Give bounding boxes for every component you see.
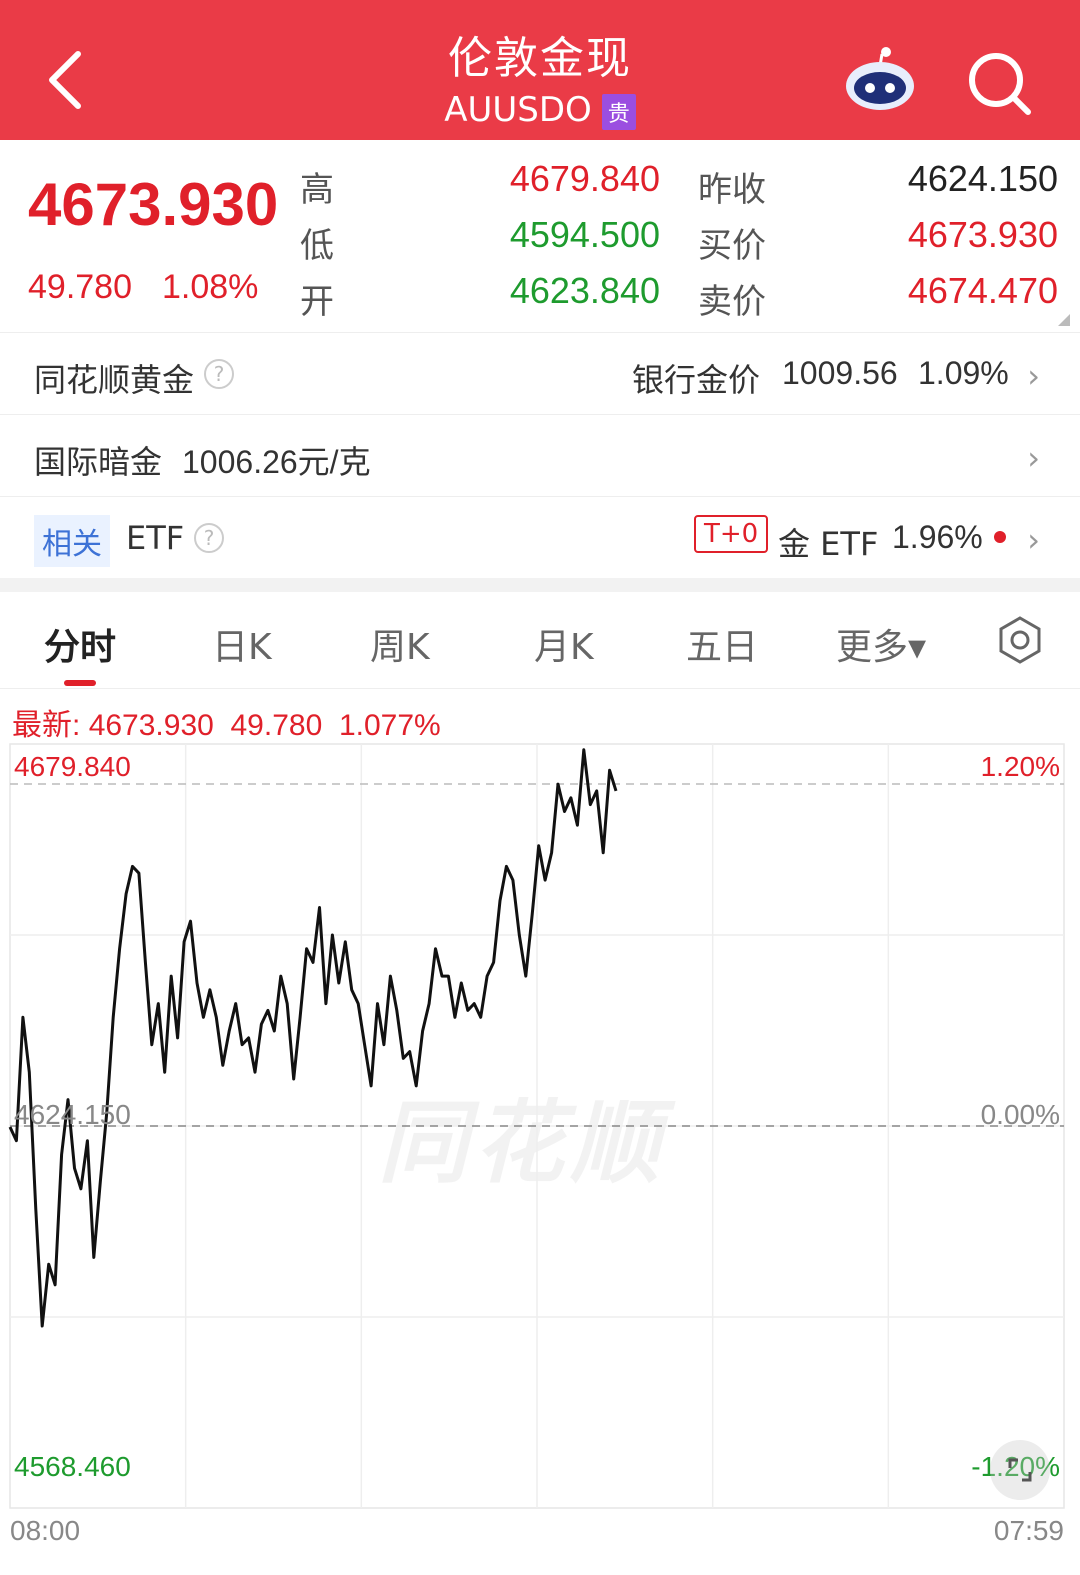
low-label: 低: [300, 226, 334, 266]
related-tag: 相关: [34, 515, 110, 567]
fullscreen-icon: [1008, 1458, 1032, 1482]
category-tag: 贵: [601, 93, 636, 130]
bank-price-label: 银行金价: [632, 361, 761, 399]
latest-change: 49.780: [230, 709, 323, 742]
tabs-divider: [0, 688, 1080, 689]
price-change-pct: 1.08%: [162, 268, 259, 306]
back-button[interactable]: [40, 48, 96, 112]
tab-five-day[interactable]: 五日: [686, 618, 758, 670]
header-bar: 伦敦金现 AUUSDO 贵: [0, 0, 1080, 140]
tab-monthly-k[interactable]: 月K: [534, 618, 594, 670]
ask-label: 卖价: [698, 282, 766, 322]
x-axis-end-label: 07:59: [994, 1515, 1064, 1546]
low-value: 4594.500: [509, 214, 660, 255]
y-axis-mid-label: 4624.150: [14, 1099, 131, 1130]
help-icon[interactable]: ?: [194, 523, 224, 553]
ask-value: 4674.470: [907, 270, 1058, 311]
instrument-code: AUUSDO: [444, 90, 592, 130]
latest-label: 最新:: [12, 709, 81, 742]
tab-daily-k[interactable]: 日K: [212, 618, 272, 670]
etf-row[interactable]: 相关 ETF ? T+0 金 ETF 1.96% ›: [0, 496, 1080, 579]
open-label: 开: [300, 282, 334, 322]
search-icon: [969, 53, 1031, 115]
etf-label: ETF: [126, 519, 185, 557]
instrument-code-line: AUUSDO 贵: [340, 90, 740, 130]
y-axis-top-label: 4679.840: [14, 751, 131, 782]
active-tab-indicator: [64, 680, 96, 686]
high-label: 高: [300, 170, 334, 210]
tab-more[interactable]: 更多▾: [836, 618, 926, 670]
latest-quote-line: 最新: 4673.930 49.780 1.077%: [12, 700, 441, 744]
chart-settings-button[interactable]: [996, 616, 1044, 664]
page-title: 伦敦金现: [448, 33, 632, 84]
gold-etf-label: 金 ETF: [778, 525, 879, 563]
y-axis-bottom-label: 4568.460: [14, 1451, 131, 1482]
price-series-line: [8, 748, 618, 1328]
dark-gold-label: 国际暗金: [34, 443, 163, 481]
tab-weekly-k[interactable]: 周K: [370, 618, 430, 670]
x-axis-start-label: 08:00: [10, 1515, 80, 1546]
dark-gold-value: 1006.26元/克: [182, 444, 371, 480]
ths-gold-row[interactable]: 同花顺黄金 ? 银行金价 1009.56 1.09% ›: [0, 332, 1080, 415]
bank-price-pct: 1.09%: [918, 355, 1009, 391]
ths-gold-label: 同花顺黄金: [34, 361, 195, 399]
alert-dot-icon: [994, 531, 1006, 543]
chevron-left-icon: [49, 51, 81, 109]
last-price: 4673.930: [28, 171, 279, 238]
open-value: 4623.840: [509, 270, 660, 311]
bid-label: 买价: [698, 226, 766, 266]
t0-tag: T+0: [694, 515, 769, 553]
chevron-right-icon: ›: [1027, 357, 1040, 395]
price-change: 49.780: [28, 268, 132, 306]
robot-icon: [846, 47, 914, 110]
prev-close-value: 4624.150: [907, 158, 1058, 199]
latest-price: 4673.930: [88, 709, 214, 742]
help-icon[interactable]: ?: [204, 359, 234, 389]
dark-gold-row[interactable]: 国际暗金 1006.26元/克 ›: [0, 414, 1080, 497]
high-value: 4679.840: [509, 158, 660, 199]
chevron-right-icon: ›: [1027, 439, 1040, 477]
pct-axis-top-label: 1.20%: [981, 751, 1060, 782]
section-divider: [0, 578, 1080, 592]
search-button[interactable]: [964, 48, 1034, 118]
latest-pct: 1.077%: [338, 709, 441, 742]
fullscreen-button[interactable]: [990, 1440, 1050, 1500]
assistant-button[interactable]: [842, 44, 918, 114]
pct-axis-mid-label: 0.00%: [981, 1099, 1060, 1130]
bank-price-value: 1009.56: [782, 355, 898, 391]
chevron-right-icon: ›: [1027, 521, 1040, 559]
gold-etf-pct: 1.96%: [892, 519, 983, 555]
tab-intraday[interactable]: 分时: [44, 618, 116, 670]
bid-value: 4673.930: [907, 214, 1058, 255]
prev-close-label: 昨收: [698, 170, 766, 210]
settings-icon: [999, 616, 1041, 664]
expand-corner-icon[interactable]: [1058, 314, 1070, 326]
intraday-chart[interactable]: 4679.840 4624.150 4568.460 1.20% 0.00% -…: [0, 740, 1080, 1575]
